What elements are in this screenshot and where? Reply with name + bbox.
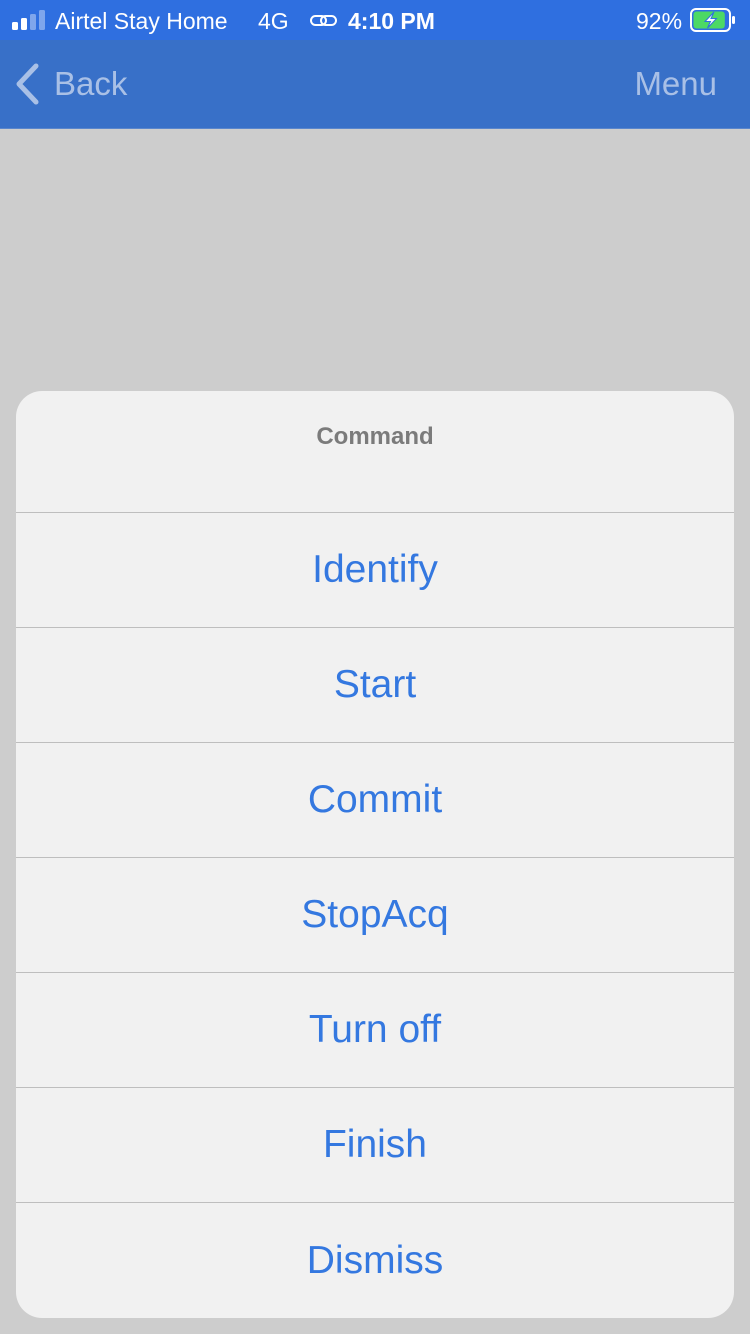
link-icon <box>310 15 337 26</box>
action-sheet: Command Identify Start Commit StopAcq Tu… <box>16 391 734 1318</box>
status-bar: Airtel Stay Home 4G 4:10 PM 92% <box>0 0 750 40</box>
menu-button[interactable]: Menu <box>634 40 717 128</box>
signal-bars-icon <box>12 10 45 30</box>
stopacq-action[interactable]: StopAcq <box>16 858 734 973</box>
turn-off-action[interactable]: Turn off <box>16 973 734 1088</box>
back-button[interactable]: Back <box>14 40 127 128</box>
finish-action[interactable]: Finish <box>16 1088 734 1203</box>
chevron-left-icon <box>16 63 39 105</box>
back-label: Back <box>54 65 128 102</box>
clock-time: 4:10 PM <box>348 8 435 34</box>
battery-percentage: 92% <box>636 8 683 34</box>
identify-action[interactable]: Identify <box>16 513 734 628</box>
start-action[interactable]: Start <box>16 628 734 743</box>
dismiss-action[interactable]: Dismiss <box>16 1203 734 1318</box>
navigation-bar: Back Menu <box>0 40 750 129</box>
network-type: 4G <box>258 8 289 34</box>
action-sheet-title: Command <box>16 391 734 513</box>
carrier-name: Airtel Stay Home <box>55 8 228 34</box>
battery-charging-icon <box>690 8 735 32</box>
commit-action[interactable]: Commit <box>16 743 734 858</box>
